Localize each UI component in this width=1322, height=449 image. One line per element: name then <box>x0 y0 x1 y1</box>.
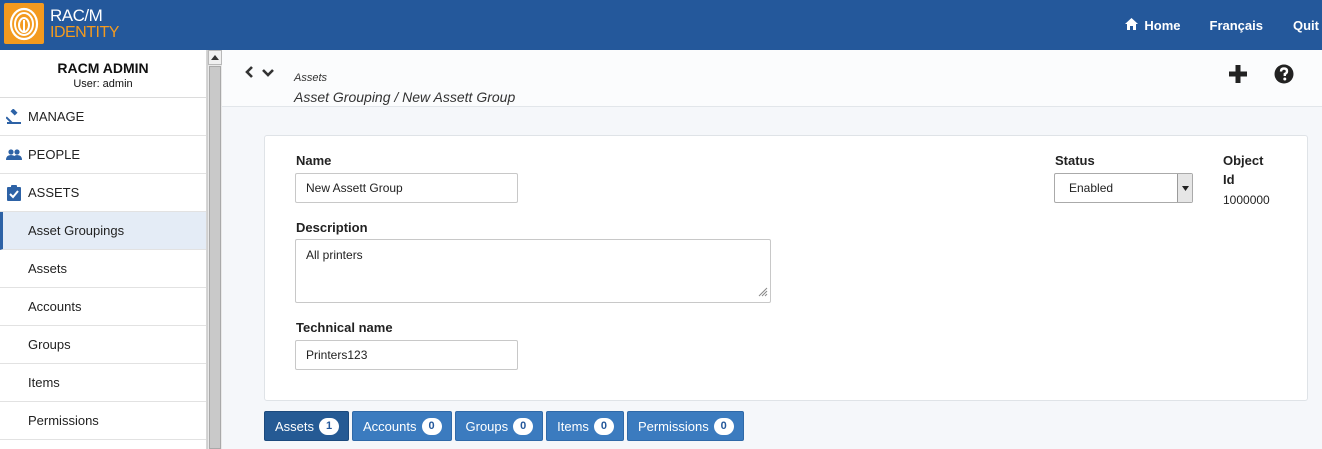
resize-grip-icon[interactable] <box>758 286 768 300</box>
tab-permissions[interactable]: Permissions 0 <box>626 411 744 441</box>
tab-label: Assets <box>275 418 315 434</box>
clipboard-check-icon <box>5 184 23 202</box>
plus-icon[interactable] <box>1228 64 1248 87</box>
tab-label: Groups <box>465 418 509 434</box>
main-content: Assets Asset Grouping / New Assett Group… <box>222 50 1322 449</box>
user-box: RACM ADMIN User: admin <box>0 50 206 98</box>
technical-name-label: Technical name <box>296 320 393 335</box>
sidebar-section-people[interactable]: PEOPLE <box>0 136 206 174</box>
page-title: Asset Grouping / New Assett Group <box>294 89 516 105</box>
name-label: Name <box>296 153 332 168</box>
home-icon <box>1125 17 1139 33</box>
status-value: Enabled <box>1069 181 1114 195</box>
description-textarea[interactable]: All printers <box>295 239 771 303</box>
user-title: RACM ADMIN <box>57 60 149 76</box>
top-bar: RAC/M IDENTITY Home Français Quit <box>0 0 1322 50</box>
description-text: All printers <box>306 248 363 262</box>
tab-assets[interactable]: Assets 1 <box>264 411 350 441</box>
sidebar-item-asset-groupings[interactable]: Asset Groupings <box>0 212 206 250</box>
sidebar-section-label: PEOPLE <box>28 147 81 162</box>
status-label: Status <box>1055 153 1095 168</box>
quit-link[interactable]: Quit <box>1293 18 1322 33</box>
tab-label: Accounts <box>363 418 417 434</box>
gavel-icon <box>5 108 23 126</box>
fingerprint-icon <box>4 3 44 44</box>
name-input[interactable]: New Assett Group <box>295 173 518 203</box>
chevron-down-icon[interactable] <box>1177 174 1192 202</box>
sidebar-scrollbar[interactable] <box>207 50 222 449</box>
app-logo[interactable]: RAC/M IDENTITY <box>4 3 119 44</box>
object-id-value: 1000000 <box>1223 193 1270 207</box>
sidebar-item-groups[interactable]: Groups <box>0 326 206 364</box>
count-badge: 0 <box>713 417 734 435</box>
technical-name-input[interactable]: Printers123 <box>295 340 518 370</box>
related-tabs: Assets 1 Accounts 0 Groups 0 Items 0 Per… <box>264 411 747 441</box>
tab-accounts[interactable]: Accounts 0 <box>352 411 452 441</box>
status-select[interactable]: Enabled <box>1054 173 1193 203</box>
sidebar-section-manage[interactable]: MANAGE <box>0 98 206 136</box>
asset-group-form: Name New Assett Group Description All pr… <box>264 135 1308 401</box>
chevron-left-icon[interactable] <box>244 66 254 81</box>
object-id-label-2: Id <box>1223 172 1235 187</box>
sidebar-item-permissions[interactable]: Permissions <box>0 402 206 440</box>
count-badge: 0 <box>593 417 614 435</box>
sidebar-section-label: ASSETS <box>28 185 80 200</box>
scroll-thumb[interactable] <box>209 66 221 449</box>
top-nav: Home Français Quit <box>1125 0 1322 50</box>
count-badge: 0 <box>421 417 442 435</box>
description-label: Description <box>296 220 368 235</box>
tab-groups[interactable]: Groups 0 <box>454 411 544 441</box>
count-badge: 1 <box>319 417 340 435</box>
people-icon <box>5 146 23 164</box>
count-badge: 0 <box>513 417 534 435</box>
chevron-down-icon[interactable] <box>262 66 274 81</box>
home-link[interactable]: Home <box>1125 17 1181 33</box>
sidebar-item-items[interactable]: Items <box>0 364 206 402</box>
sidebar: RACM ADMIN User: admin MANAGE PEOPLE ASS… <box>0 50 207 449</box>
object-id-label: Object <box>1223 153 1264 168</box>
tab-label: Permissions <box>637 418 709 434</box>
home-label: Home <box>1144 17 1181 33</box>
breadcrumb-parent[interactable]: Assets <box>294 72 327 84</box>
sidebar-section-assets[interactable]: ASSETS <box>0 174 206 212</box>
help-icon[interactable] <box>1274 64 1294 87</box>
tab-label: Items <box>557 418 589 434</box>
tab-items[interactable]: Items 0 <box>546 411 624 441</box>
user-subtitle: User: admin <box>73 78 133 90</box>
sidebar-item-accounts[interactable]: Accounts <box>0 288 206 326</box>
sidebar-section-label: MANAGE <box>28 109 85 124</box>
logo-line2: IDENTITY <box>50 23 119 41</box>
sidebar-item-assets[interactable]: Assets <box>0 250 206 288</box>
logo-line1: RAC/M <box>50 5 103 25</box>
scroll-up-arrow-icon[interactable] <box>208 50 222 65</box>
language-link[interactable]: Français <box>1210 18 1263 33</box>
breadcrumb: Assets Asset Grouping / New Assett Group <box>222 50 1322 107</box>
